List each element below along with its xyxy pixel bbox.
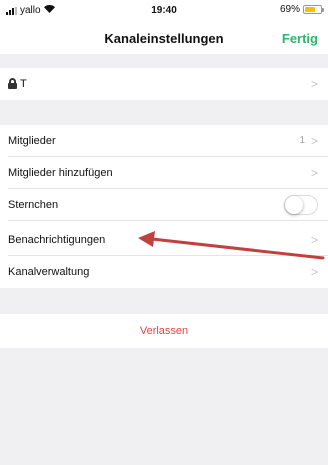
add-members-cell[interactable]: Mitglieder hinzufügen > [0, 157, 328, 189]
lock-icon [8, 78, 17, 89]
starred-toggle[interactable] [284, 195, 318, 215]
toggle-knob [285, 196, 303, 214]
chevron-right-icon: > [310, 77, 318, 91]
starred-cell: Sternchen [0, 189, 328, 221]
divider [8, 220, 328, 221]
chevron-right-icon: > [310, 233, 318, 247]
channel-admin-label: Kanalverwaltung [8, 266, 90, 278]
notifications-cell[interactable]: Benachrichtigungen > [0, 224, 328, 256]
status-right: 69% [279, 4, 324, 15]
channel-admin-cell[interactable]: Kanalverwaltung > [0, 256, 328, 288]
leave-label: Verlassen [139, 325, 189, 337]
channel-name: T [20, 78, 27, 90]
status-time: 19:40 [151, 5, 177, 16]
channel-name-cell[interactable]: T > [0, 68, 328, 100]
nav-bar: Kanaleinstellungen Fertig [0, 22, 328, 54]
chevron-right-icon: > [310, 166, 318, 180]
members-cell[interactable]: Mitglieder 1 > [0, 125, 328, 157]
chevron-right-icon: > [310, 134, 318, 148]
done-button[interactable]: Fertig [282, 31, 318, 46]
bottom-background [0, 348, 328, 465]
status-bar: yallo 19:40 69% [0, 0, 328, 22]
starred-label: Sternchen [8, 199, 59, 211]
notifications-label: Benachrichtigungen [8, 234, 106, 246]
leave-button[interactable]: Verlassen [0, 314, 328, 348]
section-gap [0, 288, 328, 314]
page-title: Kanaleinstellungen [104, 31, 224, 46]
battery-icon [303, 5, 324, 14]
battery-tip [322, 8, 324, 12]
chevron-right-icon: > [310, 265, 318, 279]
battery-percent: 69% [279, 4, 300, 15]
section-gap [0, 100, 328, 125]
battery-fill [305, 7, 316, 12]
members-count: 1 [299, 135, 305, 146]
add-members-label: Mitglieder hinzufügen [8, 167, 113, 179]
members-label: Mitglieder [8, 135, 56, 147]
